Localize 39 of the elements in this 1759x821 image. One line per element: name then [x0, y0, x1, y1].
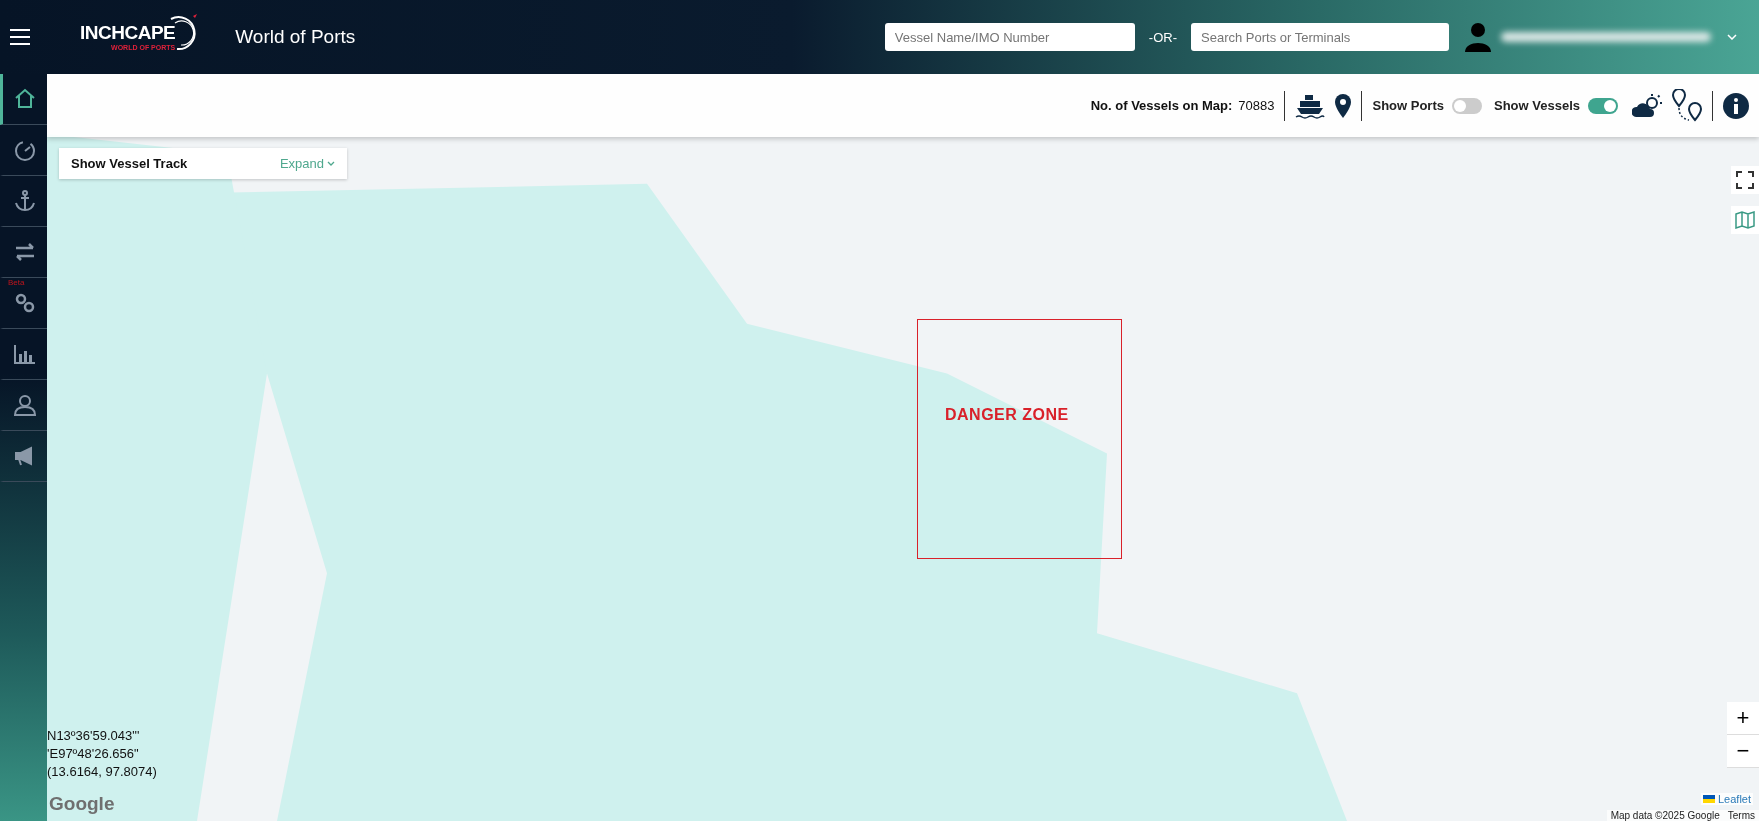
vessel-count-label: No. of Vessels on Map: [1090, 98, 1233, 113]
user-avatar-icon[interactable] [1465, 22, 1491, 52]
ship-icon[interactable] [1295, 92, 1326, 119]
weather-icon[interactable] [1632, 93, 1662, 118]
toggle-switch[interactable] [1452, 97, 1482, 114]
chart-icon[interactable] [13, 342, 37, 366]
logo-text: INCHCAPE [80, 22, 176, 44]
terms-link[interactable]: Terms [1727, 810, 1755, 821]
coordinate-text: N13º36'59.043"' [47, 727, 141, 745]
info-icon[interactable] [1723, 92, 1749, 119]
toggle-label: Show Ports [1372, 98, 1444, 113]
home-icon[interactable] [13, 87, 37, 111]
coordinate-text: (13.6164, 97.8074) [47, 763, 157, 781]
map-data-attribution: Map data ©2025 Google [1610, 810, 1720, 821]
chevron-down-icon [327, 160, 335, 167]
anchor-icon[interactable] [13, 189, 37, 213]
toggle-label: Show Vessels [1494, 98, 1580, 113]
map-layers-icon[interactable] [1731, 206, 1759, 234]
user-icon[interactable] [13, 393, 37, 417]
flag-icon [1702, 795, 1715, 803]
gauge-icon[interactable] [13, 138, 37, 162]
vessel-count: 70883 [1238, 98, 1275, 113]
location-pin-icon[interactable] [1335, 93, 1352, 118]
chevron-down-icon[interactable] [1727, 34, 1737, 40]
route-icon[interactable] [1672, 88, 1702, 123]
vessel-search-field[interactable]: Vessel Name/IMO Number [884, 23, 1135, 51]
coordinate-text: 'E97º48'26.656" [47, 745, 140, 763]
danger-zone-label: DANGER ZONE [945, 406, 1069, 424]
app-title: World of Ports [235, 26, 356, 48]
port-search-field[interactable]: Search Ports or Terminals [1191, 23, 1449, 51]
toggle-switch[interactable] [1588, 97, 1618, 114]
google-logo: Google [49, 793, 115, 815]
link-icon[interactable] [13, 291, 37, 315]
fullscreen-icon[interactable] [1731, 166, 1759, 194]
map-drawing[interactable]: No. of Vessels on Map: 70883 Show Ports Show Vessels Show Vessel Track Expand DANGER ZONE N13º36'59.043"' 'E97º48'26.656" (13.6164, 97.8074) Google + − Leaflet Map data ©2025 Google Terms [47, 74, 1759, 821]
separator-text: -OR- [1148, 29, 1177, 45]
menu-icon[interactable] [10, 29, 30, 45]
beta-label: Beta [8, 278, 25, 287]
vessel-track-title: Show Vessel Track [71, 156, 188, 171]
